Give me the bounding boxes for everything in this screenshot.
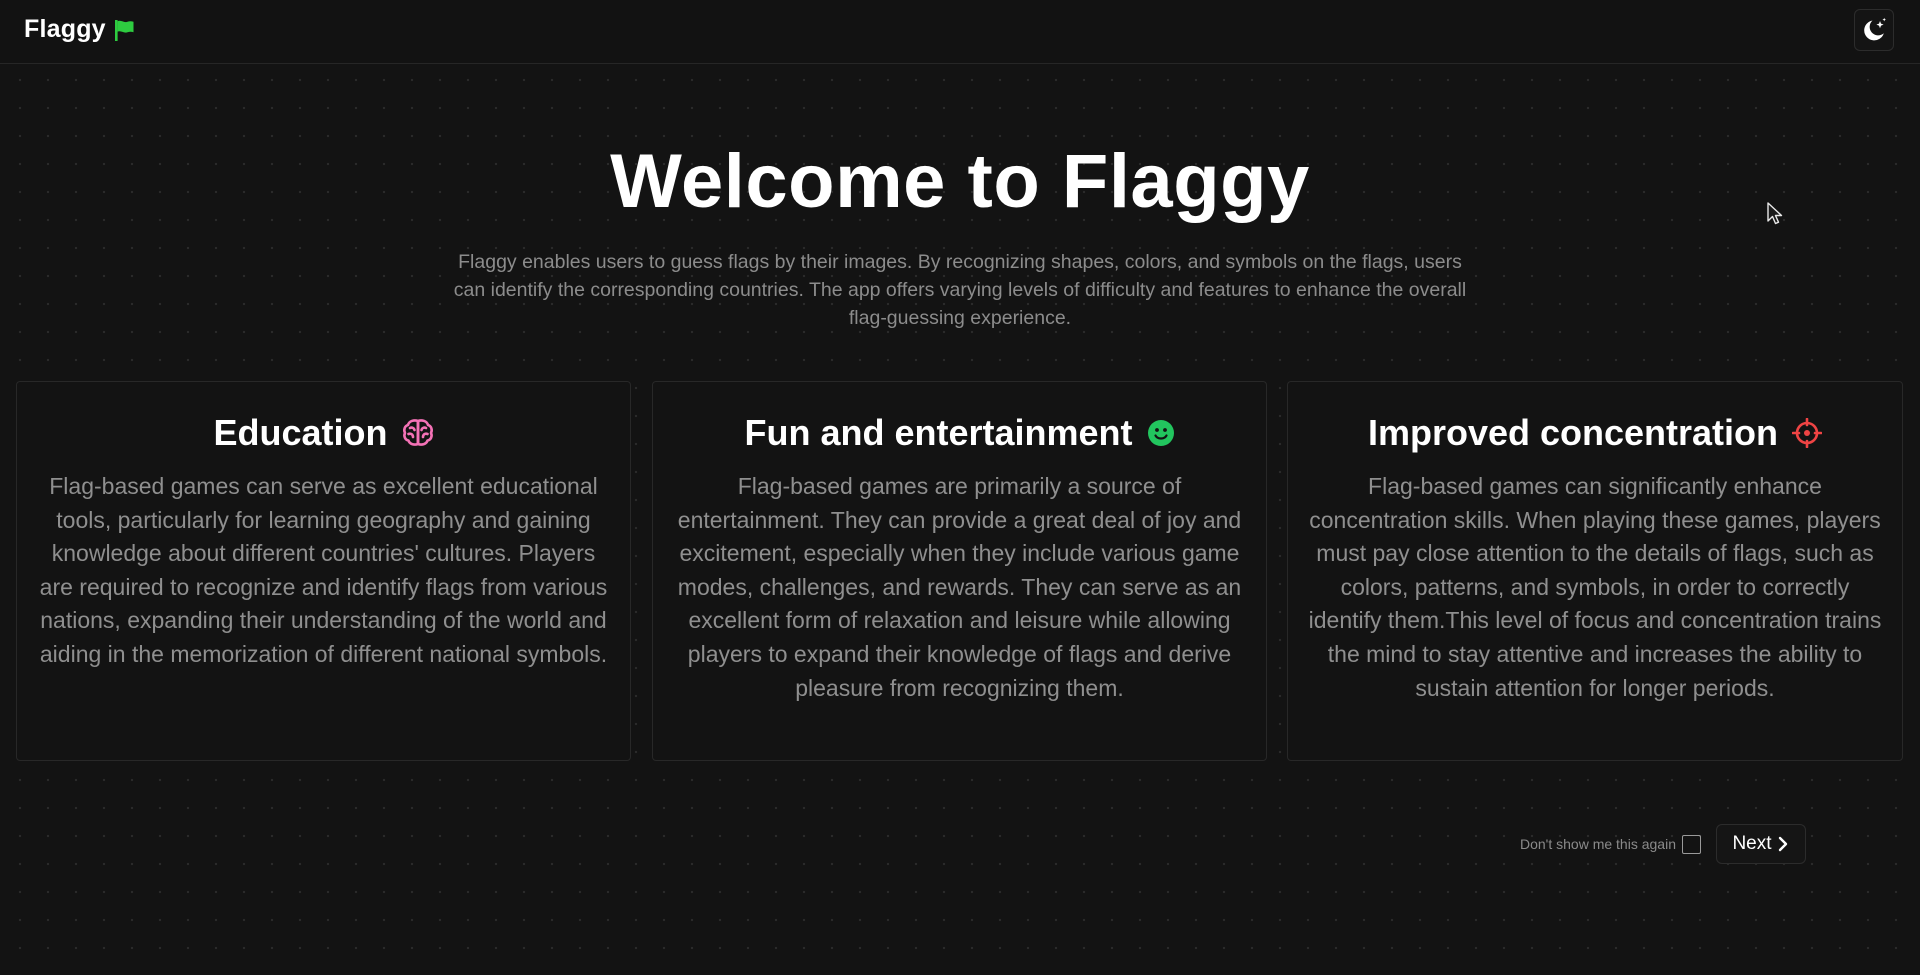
footer-actions: Don't show me this again Next bbox=[1520, 824, 1806, 864]
flag-icon bbox=[114, 19, 134, 41]
dont-show-checkbox[interactable] bbox=[1681, 834, 1701, 854]
crosshair-icon bbox=[1792, 418, 1823, 448]
theme-toggle-button[interactable] bbox=[1854, 9, 1894, 51]
card-title-row: Improved concentration bbox=[1306, 410, 1884, 456]
brand-name: Flaggy bbox=[24, 15, 106, 43]
card-body: Flag-based games are primarily a source … bbox=[677, 473, 1242, 701]
card-title: Education bbox=[213, 412, 388, 453]
education-card: Education Flag-based games can serve as … bbox=[16, 381, 631, 761]
moon-stars-icon bbox=[1864, 17, 1886, 41]
card-title-row: Education bbox=[35, 410, 612, 456]
dont-show-label: Don't show me this again bbox=[1520, 836, 1676, 852]
page-title: Welcome to Flaggy bbox=[610, 139, 1310, 224]
card-title: Fun and entertainment bbox=[744, 412, 1133, 453]
mouse-cursor-icon bbox=[1767, 202, 1783, 225]
page-description: Flaggy enables users to guess flags by t… bbox=[453, 251, 1467, 329]
fun-card: Fun and entertainment Flag-based games a… bbox=[652, 381, 1267, 761]
brand[interactable]: Flaggy bbox=[24, 15, 136, 44]
card-title-row: Fun and entertainment bbox=[671, 410, 1248, 456]
smile-icon bbox=[1147, 420, 1174, 446]
card-body: Flag-based games can serve as excellent … bbox=[39, 473, 608, 667]
next-button-label: Next bbox=[1732, 833, 1772, 854]
card-body: Flag-based games can significantly enhan… bbox=[1308, 473, 1882, 701]
card-title: Improved concentration bbox=[1367, 412, 1779, 453]
chevron-right-icon bbox=[1778, 836, 1787, 852]
concentration-card: Improved concentration Flag-based games … bbox=[1287, 381, 1903, 761]
next-button[interactable]: Next bbox=[1715, 824, 1806, 864]
top-bar: Flaggy bbox=[0, 0, 1920, 64]
brain-icon bbox=[402, 419, 433, 446]
